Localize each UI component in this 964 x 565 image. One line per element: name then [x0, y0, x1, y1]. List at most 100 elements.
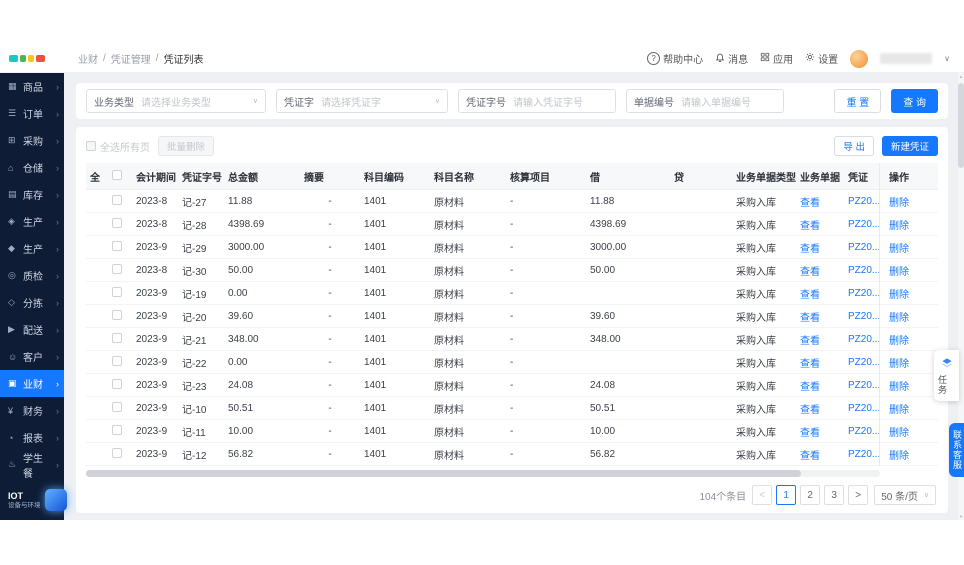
messages-link[interactable]: 消息 [715, 51, 748, 66]
sidebar-item-production[interactable]: ◈ 生产 › [0, 208, 64, 235]
voucher-link[interactable]: PZ20... [844, 380, 880, 391]
scroll-up-arrow[interactable]: ▲ [958, 74, 964, 79]
voucher-number-link[interactable]: PZ20... [848, 288, 880, 299]
delete-link[interactable]: 删除 [889, 355, 909, 370]
view-link[interactable]: 查看 [800, 221, 820, 232]
filter-doc-no[interactable]: 单据编号 请输入单据编号 [626, 89, 784, 113]
export-button[interactable]: 导 出 [834, 136, 874, 156]
biz-doc-view[interactable]: 查看 [796, 217, 844, 232]
delete-link[interactable]: 删除 [889, 447, 909, 462]
select-all-pages[interactable]: 全选所有页 [86, 139, 150, 154]
next-page-button[interactable]: > [848, 485, 869, 505]
voucher-link[interactable]: PZ20... [844, 334, 880, 345]
view-link[interactable]: 查看 [800, 359, 820, 370]
row-checkbox[interactable] [108, 194, 132, 208]
batch-delete-button[interactable]: 批量删除 [158, 136, 215, 156]
sidebar-item-business-finance[interactable]: ▣ 业财 › [0, 370, 64, 397]
help-center-link[interactable]: ? 帮助中心 [647, 51, 703, 66]
voucher-link[interactable]: PZ20... [844, 242, 880, 253]
row-checkbox[interactable] [108, 309, 132, 323]
view-link[interactable]: 查看 [800, 267, 820, 278]
horizontal-scrollbar-thumb[interactable] [86, 470, 801, 477]
page-button-3[interactable]: 3 [824, 485, 845, 505]
biz-doc-view[interactable]: 查看 [796, 263, 844, 278]
sidebar-item-production-2[interactable]: ◆ 生产 › [0, 235, 64, 262]
sidebar-item-sorting[interactable]: ◇ 分拣 › [0, 289, 64, 316]
voucher-link[interactable]: PZ20... [844, 219, 880, 230]
row-checkbox[interactable] [108, 286, 132, 300]
voucher-link[interactable]: PZ20... [844, 426, 880, 437]
delete-link[interactable]: 删除 [889, 332, 909, 347]
voucher-number-link[interactable]: PZ20... [848, 380, 880, 391]
voucher-link[interactable]: PZ20... [844, 449, 880, 460]
voucher-link[interactable]: PZ20... [844, 196, 880, 207]
delete-link[interactable]: 删除 [889, 286, 909, 301]
voucher-link[interactable]: PZ20... [844, 311, 880, 322]
reset-button[interactable]: 重 置 [834, 89, 882, 113]
view-link[interactable]: 查看 [800, 382, 820, 393]
voucher-number-link[interactable]: PZ20... [848, 242, 880, 253]
view-link[interactable]: 查看 [800, 313, 820, 324]
voucher-number-link[interactable]: PZ20... [848, 426, 880, 437]
breadcrumb-item[interactable]: 凭证管理 [111, 51, 151, 66]
view-link[interactable]: 查看 [800, 428, 820, 439]
biz-doc-view[interactable]: 查看 [796, 378, 844, 393]
biz-doc-view[interactable]: 查看 [796, 355, 844, 370]
delete-link[interactable]: 删除 [889, 240, 909, 255]
page-size-select[interactable]: 50 条/页 ∨ [874, 485, 936, 505]
delete-link[interactable]: 删除 [889, 401, 909, 416]
delete-link[interactable]: 删除 [889, 424, 909, 439]
new-voucher-button[interactable]: 新建凭证 [881, 136, 938, 156]
sidebar-item-finance[interactable]: ¥ 财务 › [0, 397, 64, 424]
biz-doc-view[interactable]: 查看 [796, 309, 844, 324]
view-link[interactable]: 查看 [800, 451, 820, 462]
chevron-down-icon[interactable]: ∨ [944, 54, 950, 63]
sidebar-item-inventory[interactable]: ▤ 库存 › [0, 181, 64, 208]
voucher-link[interactable]: PZ20... [844, 357, 880, 368]
biz-doc-view[interactable]: 查看 [796, 424, 844, 439]
voucher-link[interactable]: PZ20... [844, 288, 880, 299]
voucher-number-link[interactable]: PZ20... [848, 403, 880, 414]
sidebar-item-delivery[interactable]: ▶ 配送 › [0, 316, 64, 343]
sidebar-item-goods[interactable]: ▦ 商品 › [0, 73, 64, 100]
iot-cube-icon[interactable] [44, 489, 67, 511]
voucher-number-link[interactable]: PZ20... [848, 196, 880, 207]
row-checkbox[interactable] [108, 447, 132, 461]
voucher-number-link[interactable]: PZ20... [848, 334, 880, 345]
filter-voucher-word[interactable]: 凭证字 请选择凭证字 ∨ [276, 89, 448, 113]
sidebar-item-warehouse[interactable]: ⌂ 仓储 › [0, 154, 64, 181]
select-all-checkbox[interactable] [108, 169, 132, 183]
delete-link[interactable]: 删除 [889, 263, 909, 278]
row-checkbox[interactable] [108, 378, 132, 392]
row-checkbox[interactable] [108, 240, 132, 254]
filter-voucher-no[interactable]: 凭证字号 请输入凭证字号 [458, 89, 616, 113]
sidebar-item-quality[interactable]: ◎ 质检 › [0, 262, 64, 289]
voucher-number-link[interactable]: PZ20... [848, 449, 880, 460]
row-checkbox[interactable] [108, 332, 132, 346]
voucher-number-link[interactable]: PZ20... [848, 357, 880, 368]
biz-doc-view[interactable]: 查看 [796, 332, 844, 347]
delete-link[interactable]: 删除 [889, 217, 909, 232]
sidebar-item-orders[interactable]: ☰ 订单 › [0, 100, 64, 127]
biz-doc-view[interactable]: 查看 [796, 447, 844, 462]
sidebar-item-reports[interactable]: ◔ 报表 › [0, 424, 64, 451]
biz-doc-view[interactable]: 查看 [796, 401, 844, 416]
view-link[interactable]: 查看 [800, 244, 820, 255]
sidebar-item-student-meal[interactable]: ♨ 学生餐 › [0, 451, 64, 480]
settings-link[interactable]: 设置 [805, 51, 838, 66]
biz-doc-view[interactable]: 查看 [796, 286, 844, 301]
voucher-link[interactable]: PZ20... [844, 403, 880, 414]
delete-link[interactable]: 删除 [889, 194, 909, 209]
row-checkbox[interactable] [108, 355, 132, 369]
sidebar-item-customers[interactable]: ☺ 客户 › [0, 343, 64, 370]
page-button-2[interactable]: 2 [800, 485, 821, 505]
breadcrumb-item[interactable]: 业财 [78, 51, 98, 66]
contact-support-fab[interactable]: 联系客服 [949, 423, 964, 477]
prev-page-button[interactable]: < [752, 485, 773, 505]
delete-link[interactable]: 删除 [889, 309, 909, 324]
tasks-fab[interactable]: 任务 [934, 350, 959, 401]
filter-business-type[interactable]: 业务类型 请选择业务类型 ∨ [86, 89, 266, 113]
app-logo[interactable] [0, 55, 64, 62]
row-checkbox[interactable] [108, 263, 132, 277]
search-button[interactable]: 查 询 [891, 89, 938, 113]
